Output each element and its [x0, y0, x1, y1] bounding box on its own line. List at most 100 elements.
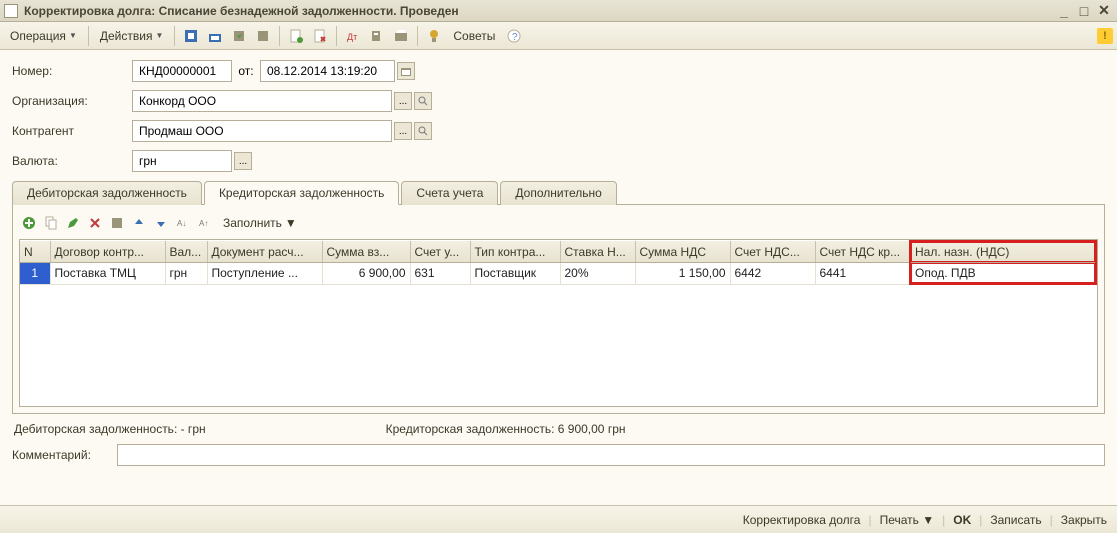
col-summa-nds[interactable]: Сумма НДС: [635, 241, 730, 263]
edit-row-button[interactable]: [63, 213, 83, 233]
sort-asc-button[interactable]: A↓: [173, 213, 193, 233]
col-stavka[interactable]: Ставка Н...: [560, 241, 635, 263]
col-schet-nds-kr[interactable]: Счет НДС кр...: [815, 241, 910, 263]
cell-summa-vz[interactable]: 6 900,00: [322, 263, 410, 285]
table-row[interactable]: 1 Поставка ТМЦ грн Поступление ... 6 900…: [20, 263, 1096, 285]
move-down-button[interactable]: [151, 213, 171, 233]
col-tip-kontra[interactable]: Тип контра...: [470, 241, 560, 263]
footer-bar: Корректировка долга | Печать ▼ | OK | За…: [0, 505, 1117, 533]
toolbar-separator: [336, 26, 337, 46]
toolbtn-9[interactable]: [390, 25, 412, 47]
col-docras[interactable]: Документ расч...: [207, 241, 322, 263]
toolbtn-5[interactable]: [285, 25, 307, 47]
ellipsis-button[interactable]: ...: [394, 122, 412, 140]
delete-row-button[interactable]: [85, 213, 105, 233]
table-header-row: N Договор контр... Вал... Документ расч.…: [20, 241, 1096, 263]
cell-nal-nazn[interactable]: Опод. ПДВ: [910, 263, 1096, 285]
actions-menu-label: Действия: [100, 29, 153, 43]
toolbtn-2[interactable]: [204, 25, 226, 47]
cell-tip-kontra[interactable]: Поставщик: [470, 263, 560, 285]
ok-button[interactable]: OK: [953, 513, 971, 527]
contractor-input[interactable]: Продмаш ООО: [132, 120, 392, 142]
toolbtn-6[interactable]: [309, 25, 331, 47]
content-area: Номер: КНД00000001 от: 08.12.2014 13:19:…: [0, 50, 1117, 505]
tab-strip: Дебиторская задолженность Кредиторская з…: [12, 180, 1105, 205]
footer-korr-link[interactable]: Корректировка долга: [743, 513, 861, 527]
svg-text:Дт: Дт: [347, 32, 357, 42]
ellipsis-button[interactable]: ...: [394, 92, 412, 110]
toolbtn-7[interactable]: Дт: [342, 25, 364, 47]
col-dogovor[interactable]: Договор контр...: [50, 241, 165, 263]
operation-menu-label: Операция: [10, 29, 66, 43]
svg-text:A↑: A↑: [199, 219, 208, 228]
cell-schet-nds[interactable]: 6442: [730, 263, 815, 285]
operation-menu[interactable]: Операция ▼: [4, 27, 83, 45]
tab-debit[interactable]: Дебиторская задолженность: [12, 181, 202, 205]
window-title: Корректировка долга: Списание безнадежно…: [24, 4, 1053, 18]
cell-stavka[interactable]: 20%: [560, 263, 635, 285]
print-menu[interactable]: Печать ▼: [880, 513, 935, 527]
move-up-button[interactable]: [129, 213, 149, 233]
sovety-icon[interactable]: [423, 25, 445, 47]
col-n[interactable]: N: [20, 241, 50, 263]
grid-toolbar: A↓ A↑ Заполнить ▼: [19, 211, 1098, 239]
sovety-menu[interactable]: Советы: [447, 27, 501, 45]
col-schet-nds[interactable]: Счет НДС...: [730, 241, 815, 263]
hint-icon[interactable]: !: [1097, 28, 1113, 44]
sort-desc-button[interactable]: A↑: [195, 213, 215, 233]
toolbar-separator: [279, 26, 280, 46]
chevron-down-icon: ▼: [155, 31, 163, 40]
currency-input[interactable]: грн: [132, 150, 232, 172]
summary-row: Дебиторская задолженность: - грн Кредито…: [12, 414, 1105, 440]
toolbar-separator: [417, 26, 418, 46]
date-input[interactable]: 08.12.2014 13:19:20: [260, 60, 395, 82]
col-schet-u[interactable]: Счет у...: [410, 241, 470, 263]
sovety-label: Советы: [453, 29, 495, 43]
calendar-button[interactable]: [397, 62, 415, 80]
minimize-button[interactable]: _: [1055, 3, 1073, 19]
contr-label: Контрагент: [12, 124, 132, 138]
tab-kredit[interactable]: Кредиторская задолженность: [204, 181, 399, 205]
maximize-button[interactable]: □: [1075, 3, 1093, 19]
nomer-label: Номер:: [12, 64, 132, 78]
search-button[interactable]: [414, 92, 432, 110]
cell-docras[interactable]: Поступление ...: [207, 263, 322, 285]
ellipsis-button[interactable]: ...: [234, 152, 252, 170]
cell-schet-nds-kr[interactable]: 6441: [815, 263, 910, 285]
cell-n: 1: [20, 263, 50, 285]
cell-schet-u[interactable]: 631: [410, 263, 470, 285]
close-button[interactable]: ✕: [1095, 2, 1113, 19]
organization-input[interactable]: Конкорд ООО: [132, 90, 392, 112]
cell-dogovor[interactable]: Поставка ТМЦ: [50, 263, 165, 285]
comment-input[interactable]: [117, 444, 1105, 466]
close-button[interactable]: Закрыть: [1061, 513, 1107, 527]
cell-summa-nds[interactable]: 1 150,00: [635, 263, 730, 285]
chevron-down-icon: ▼: [69, 31, 77, 40]
search-button[interactable]: [414, 122, 432, 140]
toolbtn-8[interactable]: [366, 25, 388, 47]
col-summa-vz[interactable]: Сумма вз...: [322, 241, 410, 263]
toolbtn-3[interactable]: [228, 25, 250, 47]
nomer-input[interactable]: КНД00000001: [132, 60, 232, 82]
save-button[interactable]: [107, 213, 127, 233]
chevron-down-icon: ▼: [922, 513, 934, 527]
document-icon: [4, 4, 18, 18]
toolbtn-1[interactable]: [180, 25, 202, 47]
col-val[interactable]: Вал...: [165, 241, 207, 263]
cell-val[interactable]: грн: [165, 263, 207, 285]
val-label: Валюта:: [12, 154, 132, 168]
actions-menu[interactable]: Действия ▼: [94, 27, 170, 45]
toolbtn-4[interactable]: [252, 25, 274, 47]
data-grid[interactable]: N Договор контр... Вал... Документ расч.…: [19, 239, 1098, 407]
tab-accounts[interactable]: Счета учета: [401, 181, 498, 205]
fill-menu[interactable]: Заполнить ▼: [217, 214, 303, 232]
title-bar: Корректировка долга: Списание безнадежно…: [0, 0, 1117, 22]
save-button[interactable]: Записать: [990, 513, 1041, 527]
add-row-button[interactable]: [19, 213, 39, 233]
help-button[interactable]: ?: [503, 25, 525, 47]
copy-row-button[interactable]: [41, 213, 61, 233]
org-label: Организация:: [12, 94, 132, 108]
col-nal-nazn[interactable]: Нал. назн. (НДС): [910, 241, 1096, 263]
tab-additional[interactable]: Дополнительно: [500, 181, 616, 205]
toolbar-separator: [174, 26, 175, 46]
